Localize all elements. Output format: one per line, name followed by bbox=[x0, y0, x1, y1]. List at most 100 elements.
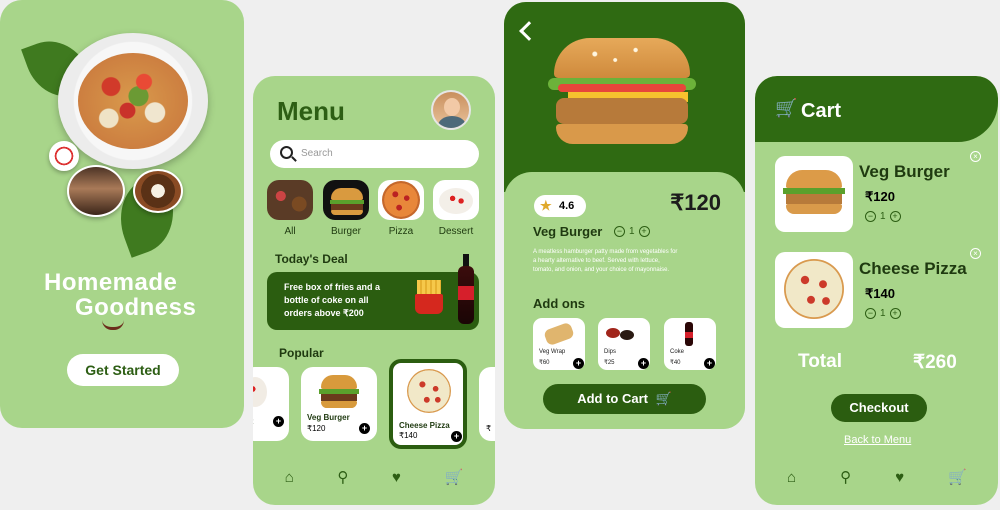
category-label: Burger bbox=[330, 226, 361, 237]
cart-item-image-pizza bbox=[775, 252, 853, 328]
quantity-stepper: − 1 + bbox=[614, 226, 650, 237]
popular-item-name: Cheese Pizza bbox=[399, 421, 450, 430]
search-icon[interactable]: ⚲ bbox=[337, 468, 348, 486]
deal-text: Free box of fries and a bottle of coke o… bbox=[284, 282, 381, 318]
cart-icon: 🛒 bbox=[775, 98, 798, 118]
category-pizza[interactable]: Pizza bbox=[378, 180, 424, 237]
search-icon[interactable]: ⚲ bbox=[840, 468, 851, 486]
category-dessert-image bbox=[433, 180, 479, 220]
smile-logo bbox=[102, 320, 124, 330]
popular-card-cheese-pizza[interactable]: Cheese Pizza ₹140 + bbox=[389, 359, 467, 449]
remove-item-icon[interactable]: × bbox=[970, 248, 981, 259]
cart-item-image-burger bbox=[775, 156, 853, 232]
back-to-menu-link[interactable]: Back to Menu bbox=[844, 434, 911, 446]
add-icon[interactable]: + bbox=[638, 358, 649, 369]
addon-price: ₹40 bbox=[670, 360, 681, 366]
home-icon[interactable]: ⌂ bbox=[285, 469, 294, 486]
quantity-stepper: − 1 + bbox=[865, 308, 901, 319]
remove-item-icon[interactable]: × bbox=[970, 151, 981, 162]
burger-image bbox=[319, 375, 359, 409]
plus-icon[interactable]: + bbox=[638, 226, 650, 237]
quantity-value: 1 bbox=[629, 226, 635, 237]
addon-coke[interactable]: Coke ₹40 + bbox=[664, 318, 716, 370]
search-input[interactable]: Search bbox=[270, 140, 479, 168]
item-name: Veg Burger bbox=[533, 224, 603, 239]
salad-plate-image bbox=[58, 33, 208, 169]
heart-icon[interactable]: ♥ bbox=[392, 469, 401, 486]
rating-value: 4.6 bbox=[559, 200, 575, 212]
total-label: Total bbox=[798, 351, 842, 372]
item-description: A meatless hamburger patty made from veg… bbox=[533, 249, 678, 273]
add-icon[interactable]: + bbox=[704, 358, 715, 369]
minus-icon[interactable]: − bbox=[865, 308, 876, 319]
menu-screen: Menu Search All Burger Pizza Dessert Tod… bbox=[253, 76, 495, 505]
cart-item-name: Cheese Pizza bbox=[859, 259, 967, 278]
veg-burger-image bbox=[548, 38, 696, 150]
bottom-nav: ⌂ ⚲ ♥ 🛒 bbox=[263, 462, 485, 492]
fries-image bbox=[415, 280, 443, 314]
rating-badge: ★ 4.6 bbox=[534, 195, 586, 217]
addon-price: ₹25 bbox=[604, 360, 615, 366]
minus-icon[interactable]: − bbox=[865, 211, 876, 222]
addons-heading: Add ons bbox=[533, 296, 585, 311]
item-price: ₹120 bbox=[670, 190, 721, 215]
addon-name: Dips bbox=[604, 349, 617, 355]
popular-card-veg-burger[interactable]: Veg Burger ₹120 + bbox=[301, 367, 377, 441]
get-started-button[interactable]: Get Started bbox=[67, 354, 179, 386]
bottom-nav: ⌂ ⚲ ♥ 🛒 bbox=[765, 462, 989, 492]
app-title: Homemade Goodness bbox=[44, 270, 214, 320]
heart-icon[interactable]: ♥ bbox=[895, 469, 904, 486]
total-value: ₹260 bbox=[913, 352, 957, 373]
category-burger[interactable]: Burger bbox=[323, 180, 369, 237]
category-all[interactable]: All bbox=[267, 180, 313, 237]
add-icon[interactable]: + bbox=[451, 431, 462, 442]
category-pizza-image bbox=[378, 180, 424, 220]
popular-item-price: ₹140 bbox=[399, 431, 418, 440]
avatar[interactable] bbox=[431, 90, 471, 130]
addon-price: ₹60 bbox=[539, 360, 550, 366]
category-dessert[interactable]: Dessert bbox=[433, 180, 479, 237]
deal-heading: Today's Deal bbox=[275, 252, 348, 266]
popular-card-partial[interactable]: ₹ bbox=[479, 367, 495, 441]
page-title: Cart bbox=[801, 100, 842, 122]
cart-icon[interactable]: 🛒 bbox=[948, 468, 967, 486]
cart-icon[interactable]: 🛒 bbox=[444, 468, 463, 486]
checkout-button[interactable]: Checkout bbox=[831, 394, 927, 422]
welcome-screen: Homemade Goodness Get Started bbox=[0, 0, 244, 428]
search-icon bbox=[280, 146, 293, 159]
donut-thumb-image bbox=[133, 169, 183, 213]
plus-icon[interactable]: + bbox=[889, 308, 901, 319]
title-line1: Homemade bbox=[44, 269, 178, 296]
popular-item-price: ₹120 bbox=[307, 424, 326, 433]
add-to-cart-label: Add to Cart bbox=[577, 391, 648, 406]
popular-card-partial[interactable]: ert + bbox=[253, 367, 289, 441]
quantity-value: 1 bbox=[880, 211, 886, 222]
cart-icon: 🛒 bbox=[655, 391, 672, 406]
plus-icon[interactable]: + bbox=[889, 211, 901, 222]
addon-name: Veg Wrap bbox=[539, 349, 566, 355]
addon-veg-wrap[interactable]: Veg Wrap ₹60 + bbox=[533, 318, 585, 370]
page-title: Menu bbox=[277, 96, 345, 126]
add-icon[interactable]: + bbox=[573, 358, 584, 369]
category-label: Pizza bbox=[388, 226, 414, 237]
category-burger-image bbox=[323, 180, 369, 220]
search-placeholder: Search bbox=[301, 148, 333, 159]
addon-name: Coke bbox=[670, 349, 685, 355]
coke-bottle-image bbox=[457, 254, 475, 326]
cart-header: 🛒 Cart bbox=[755, 76, 998, 142]
pizza-image bbox=[407, 369, 451, 413]
addon-dips[interactable]: Dips ₹25 + bbox=[598, 318, 650, 370]
parfait-thumb-image bbox=[67, 165, 125, 217]
home-icon[interactable]: ⌂ bbox=[787, 469, 796, 486]
star-icon: ★ bbox=[540, 198, 552, 213]
deal-banner[interactable]: Free box of fries and a bottle of coke o… bbox=[267, 254, 479, 330]
add-icon[interactable]: + bbox=[273, 416, 284, 427]
add-to-cart-button[interactable]: Add to Cart 🛒 bbox=[543, 384, 706, 414]
cart-item-price: ₹140 bbox=[865, 286, 895, 301]
add-icon[interactable]: + bbox=[359, 423, 370, 434]
popular-item-name: Veg Burger bbox=[307, 413, 350, 422]
cart-item-name: Veg Burger bbox=[859, 162, 950, 181]
minus-icon[interactable]: − bbox=[614, 226, 625, 237]
quantity-value: 1 bbox=[880, 308, 886, 319]
dessert-thumb-image bbox=[49, 141, 79, 171]
